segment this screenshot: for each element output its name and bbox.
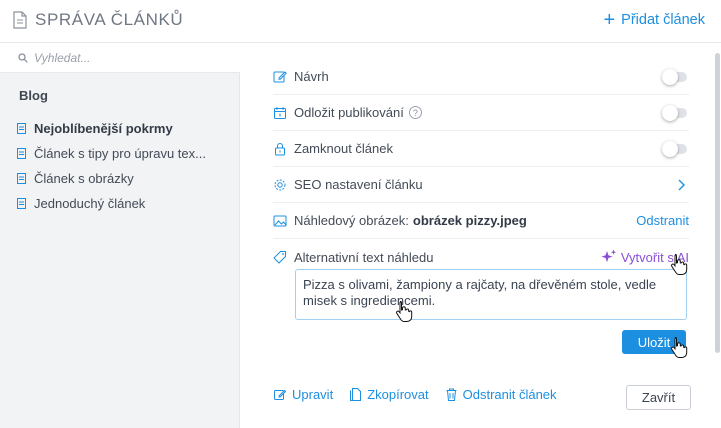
copy-label: Zkopírovat <box>367 387 429 402</box>
schedule-label-group: Odložit publikování ? <box>294 105 663 120</box>
trash-icon <box>446 388 457 401</box>
sidebar-item-jednoduchy-clanek[interactable]: Jednoduchý článek <box>17 191 206 216</box>
article-settings-panel: Návrh Odložit publikování ? Zamknout člá… <box>241 43 721 428</box>
article-list: Nejoblíbenější pokrmy Článek s tipy pro … <box>17 116 206 216</box>
sidebar: Blog Nejoblíbenější pokrmy Článek s tipy… <box>0 43 240 428</box>
seo-row[interactable]: SEO nastavení článku <box>273 167 689 203</box>
image-icon <box>273 215 287 226</box>
delete-article-label: Odstranit článek <box>462 387 557 402</box>
document-icon <box>13 11 27 29</box>
help-icon[interactable]: ? <box>408 106 422 119</box>
remove-image-link[interactable]: Odstranit <box>636 213 689 228</box>
plus-icon: + <box>603 9 616 31</box>
lock-icon <box>275 142 285 155</box>
delete-article-button[interactable]: Odstranit článek <box>446 387 557 402</box>
lock-label: Zamknout článek <box>294 141 393 156</box>
gear-icon <box>274 179 286 190</box>
sidebar-item-label: Nejoblíbenější pokrmy <box>34 121 173 136</box>
toggle-knob <box>662 140 678 157</box>
search-input[interactable] <box>34 50 224 65</box>
sidebar-item-clanek-s-tipy[interactable]: Článek s tipy pro úpravu tex... <box>17 141 206 166</box>
toggle-knob <box>662 104 678 121</box>
schedule-toggle[interactable] <box>662 104 687 121</box>
sparkle-icon <box>601 249 617 263</box>
create-with-ai-button[interactable]: Vytvořit s AI <box>601 249 689 265</box>
copy-icon <box>350 388 362 401</box>
draft-toggle[interactable] <box>662 68 687 85</box>
search-icon <box>18 52 28 63</box>
alt-text-input[interactable]: Pizza s olivami, žampiony a rajčaty, na … <box>295 269 687 320</box>
edit-label: Upravit <box>292 387 334 402</box>
add-article-label: Přidat článek <box>621 12 705 28</box>
draft-label: Návrh <box>294 69 329 84</box>
schedule-label: Odložit publikování <box>294 105 404 120</box>
lock-toggle[interactable] <box>662 140 687 157</box>
article-actions: Upravit Zkopírovat Odstranit článek <box>274 387 574 402</box>
header-title-group: SPRÁVA ČLÁNKŮ <box>13 10 183 30</box>
lock-row: Zamknout článek <box>273 131 689 167</box>
chevron-right-icon[interactable] <box>677 179 685 191</box>
sidebar-item-label: Článek s tipy pro úpravu tex... <box>34 146 206 161</box>
seo-label: SEO nastavení článku <box>294 177 423 192</box>
page-title: SPRÁVA ČLÁNKŮ <box>35 10 184 29</box>
article-icon <box>17 173 26 184</box>
sidebar-item-clanek-s-obrazky[interactable]: Článek s obrázky <box>17 166 206 191</box>
pencil-icon <box>274 389 286 400</box>
edit-button[interactable]: Upravit <box>274 387 333 402</box>
sidebar-item-label: Jednoduchý článek <box>34 196 146 211</box>
add-article-button[interactable]: + Přidat článek <box>603 9 705 31</box>
scrollbar[interactable] <box>715 53 720 353</box>
copy-button[interactable]: Zkopírovat <box>350 387 429 402</box>
preview-image-filename: obrázek pizzy.jpeg <box>412 213 527 228</box>
alt-text-label: Alternativní text náhledu <box>294 249 434 265</box>
app-header: SPRÁVA ČLÁNKŮ + Přidat článek <box>0 0 721 43</box>
toggle-knob <box>662 68 678 85</box>
article-icon <box>17 198 26 209</box>
sidebar-item-nejoblibenejsi-pokrmy[interactable]: Nejoblíbenější pokrmy <box>17 116 206 141</box>
sidebar-group-title: Blog <box>19 88 48 103</box>
sidebar-item-label: Článek s obrázky <box>34 171 134 186</box>
close-button[interactable]: Zavřít <box>626 385 691 410</box>
article-icon <box>17 123 26 134</box>
draft-row: Návrh <box>273 59 689 95</box>
preview-image-label: Náhledový obrázek: <box>294 213 409 228</box>
article-icon <box>17 148 26 159</box>
clipped-heading <box>297 39 497 45</box>
tag-icon <box>273 251 286 264</box>
save-button[interactable]: Uložit <box>622 330 686 354</box>
preview-image-label-group: Náhledový obrázek: obrázek pizzy.jpeg <box>294 213 636 228</box>
create-with-ai-label: Vytvořit s AI <box>620 249 689 265</box>
schedule-row: Odložit publikování ? <box>273 95 689 131</box>
calendar-icon <box>274 106 286 119</box>
search-bar <box>0 43 240 73</box>
preview-image-row: Náhledový obrázek: obrázek pizzy.jpeg Od… <box>273 203 689 239</box>
pencil-icon <box>273 70 287 82</box>
